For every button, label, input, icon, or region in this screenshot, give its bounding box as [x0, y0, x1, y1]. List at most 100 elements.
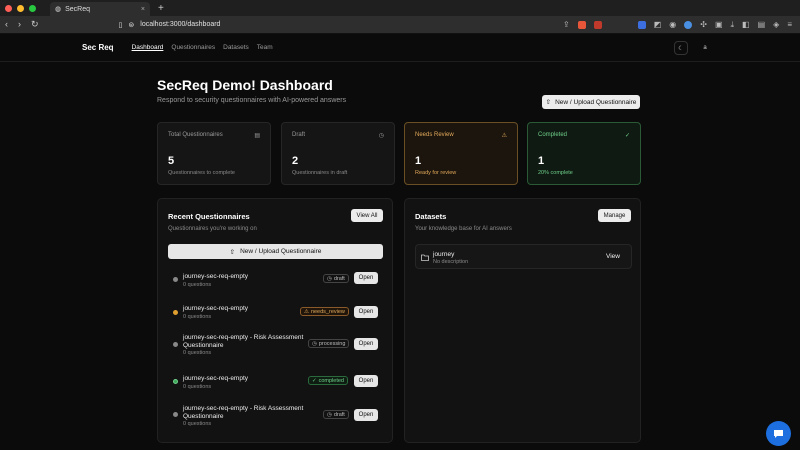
extension-icon[interactable]: ◩ [654, 20, 662, 29]
clock-icon: ◷ [378, 133, 384, 139]
download-icon[interactable]: ⤓ [731, 20, 735, 30]
manage-button[interactable]: Manage [598, 209, 631, 222]
questionnaire-name: journey-sec-req-empty - Risk Assessment … [183, 334, 304, 349]
globe-icon: ◍ [55, 6, 62, 13]
dataset-name: journey [433, 251, 455, 258]
stat-caption: Ready for review [415, 170, 457, 176]
panel-description: Questionnaires you're working on [168, 226, 257, 232]
status-text: processing [318, 340, 346, 347]
extension-icon[interactable]: ◉ [669, 20, 676, 29]
status-text: draft [333, 411, 345, 418]
top-navigation: Sec Req Dashboard Questionnaires Dataset… [0, 34, 800, 62]
upload-questionnaire-button[interactable]: ⇧ New / Upload Questionnaire [542, 95, 640, 109]
sidebar-icon[interactable]: ▣ [715, 20, 723, 29]
close-window-button[interactable] [5, 4, 12, 12]
status-text: draft [333, 275, 345, 282]
back-icon[interactable]: ‹ [5, 19, 8, 30]
clock-icon: ◷ [312, 340, 317, 347]
view-dataset-button[interactable]: View [606, 253, 620, 260]
clock-icon: ◷ [327, 275, 332, 282]
status-badge: ⚠ needs_review [300, 307, 349, 316]
tab-title: SecReq [65, 5, 91, 13]
stat-label: Needs Review [415, 132, 454, 138]
maximize-window-button[interactable] [29, 4, 36, 12]
open-button[interactable]: Open [354, 409, 378, 421]
nav-links: Dashboard Questionnaires Datasets Team [132, 44, 273, 51]
open-button[interactable]: Open [354, 306, 378, 318]
rewards-icon[interactable] [593, 20, 602, 29]
brave-shield-icon[interactable] [577, 20, 586, 29]
menu-icon[interactable]: ≡ [787, 20, 792, 29]
url-field[interactable]: localhost:3000/dashboard [140, 21, 220, 28]
site-info-icon[interactable]: ⊜ [128, 21, 134, 29]
chat-launcher-button[interactable] [766, 421, 791, 446]
share-icon[interactable]: ⇪ [563, 20, 570, 29]
page-subtitle: Respond to security questionnaires with … [157, 97, 347, 104]
browser-tab-bar: ◍ SecReq × + [0, 0, 800, 16]
theme-toggle-moon-icon[interactable]: ☾ [674, 41, 688, 55]
upload-questionnaire-wide-button[interactable]: ⇧ New / Upload Questionnaire [168, 244, 383, 259]
questionnaire-count: 0 questions [183, 384, 212, 390]
browser-tab[interactable]: ◍ SecReq × [50, 2, 150, 16]
extension-icon[interactable] [637, 20, 646, 29]
nav-link-dashboard[interactable]: Dashboard [132, 44, 164, 51]
stat-value: 2 [292, 155, 299, 167]
stat-card-needs-review: Needs Review ⚠ 1 Ready for review [404, 122, 518, 185]
reload-icon[interactable]: ↻ [31, 19, 39, 30]
warning-icon: ⚠ [501, 133, 507, 139]
open-button[interactable]: Open [354, 272, 378, 284]
dashboard-page: Sec Req Dashboard Questionnaires Dataset… [0, 34, 800, 450]
status-text: needs_review [310, 308, 345, 315]
recent-questionnaires-panel: Recent Questionnaires Questionnaires you… [157, 198, 393, 443]
open-button[interactable]: Open [354, 375, 378, 387]
upload-icon: ⇧ [545, 99, 552, 106]
stat-caption: 20% complete [538, 170, 573, 176]
extension-icon[interactable] [684, 20, 693, 29]
nav-link-datasets[interactable]: Datasets [223, 44, 249, 51]
dataset-row[interactable]: journey No description View [415, 244, 632, 269]
stat-value: 5 [168, 155, 175, 167]
sidebar-toggle-icon[interactable]: ◧ [742, 20, 750, 29]
puzzle-icon[interactable]: ✣ [700, 20, 707, 29]
questionnaire-name: journey-sec-req-empty [183, 305, 249, 312]
status-badge: ◷ processing [308, 339, 350, 348]
upload-button-label: New / Upload Questionnaire [240, 248, 322, 255]
stat-caption: Questionnaires to complete [168, 170, 235, 176]
avatar[interactable]: a [698, 41, 712, 55]
nav-link-questionnaires[interactable]: Questionnaires [171, 44, 215, 51]
datasets-panel: Datasets Your knowledge base for AI answ… [404, 198, 641, 443]
stat-label: Draft [292, 132, 306, 138]
panel-title: Datasets [415, 212, 447, 221]
nav-link-team[interactable]: Team [257, 44, 273, 51]
minimize-window-button[interactable] [17, 4, 24, 12]
stat-label: Total Questionnaires [168, 132, 223, 138]
questionnaire-name: journey-sec-req-empty [183, 273, 249, 280]
upload-icon: ⇧ [229, 248, 236, 256]
close-tab-icon[interactable]: × [141, 6, 145, 13]
status-badge: ◷ draft [323, 410, 349, 419]
dataset-description: No description [433, 259, 469, 265]
status-dot [173, 342, 178, 347]
wallet-icon[interactable]: ▤ [758, 20, 766, 29]
brand-logo[interactable]: Sec Req [82, 43, 114, 52]
vpn-icon[interactable]: ◈ [773, 20, 779, 29]
stat-card-draft: Draft ◷ 2 Questionnaires in draft [281, 122, 395, 185]
questionnaire-count: 0 questions [183, 314, 212, 320]
status-dot [173, 379, 178, 384]
status-dot [173, 412, 178, 417]
forward-icon[interactable]: › [18, 19, 21, 30]
open-button[interactable]: Open [354, 338, 378, 350]
view-all-button[interactable]: View All [351, 209, 383, 222]
chat-icon [774, 429, 783, 438]
stat-card-completed: Completed ✓ 1 20% complete [527, 122, 641, 185]
status-dot [173, 277, 178, 282]
bookmark-icon[interactable]: ▯ [119, 21, 123, 29]
new-tab-button[interactable]: + [158, 3, 164, 14]
questionnaire-name: journey-sec-req-empty [183, 375, 249, 382]
address-bar-row: ‹ › ↻ ▯ ⊜ localhost:3000/dashboard ⇪ ◩ ◉… [0, 16, 800, 34]
stat-caption: Questionnaires in draft [292, 170, 348, 176]
stat-card-total: Total Questionnaires ▤ 5 Questionnaires t… [157, 122, 271, 185]
window-controls [5, 4, 36, 12]
status-badge: ✓ completed [308, 376, 348, 385]
stat-value: 1 [538, 155, 545, 167]
